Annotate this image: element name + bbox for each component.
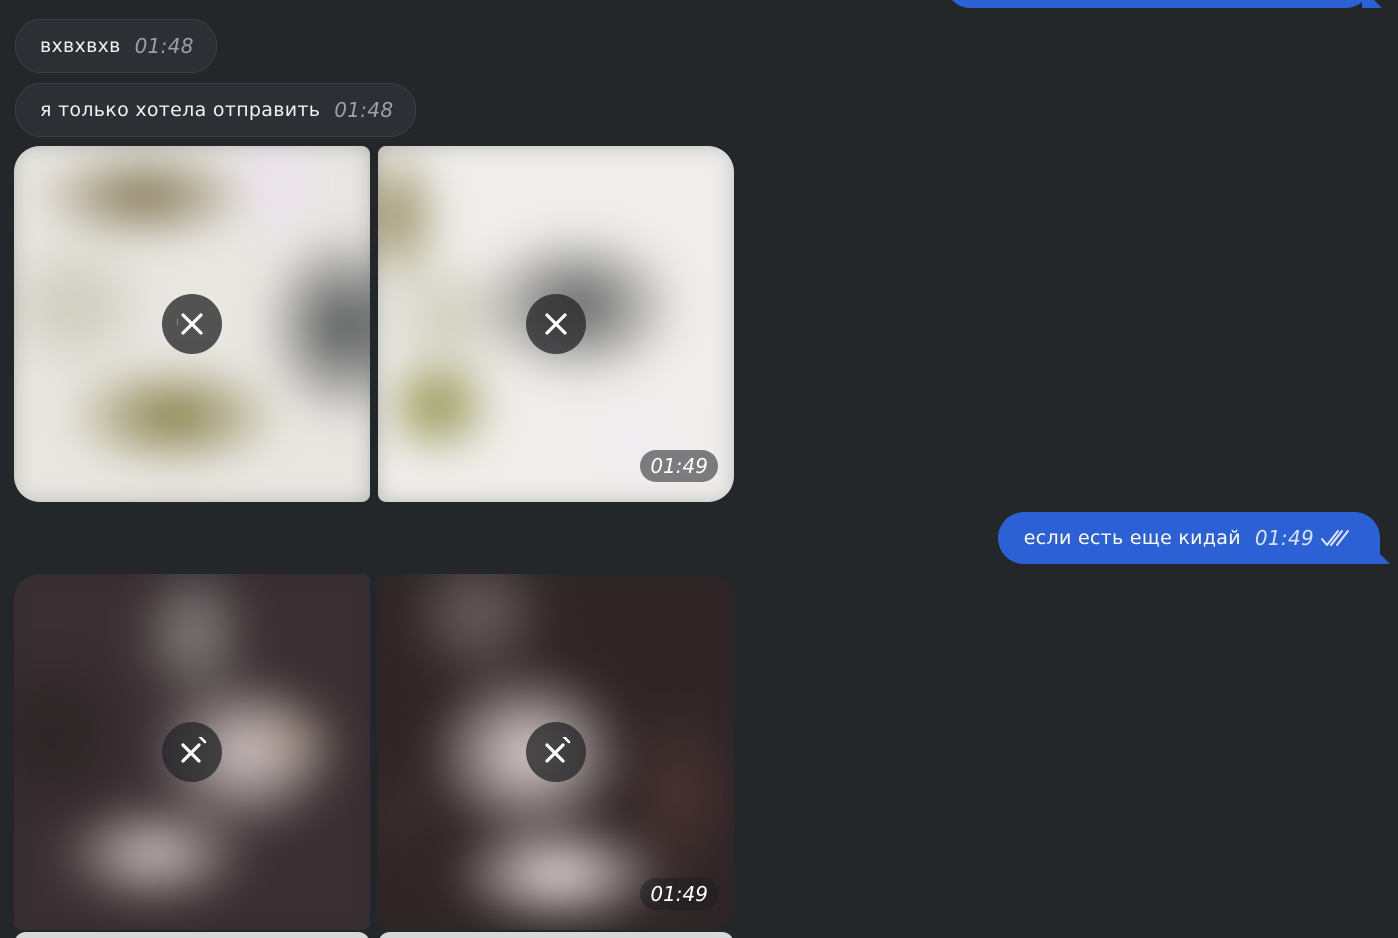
album-time-badge: 01:49 xyxy=(640,450,718,482)
close-x-icon xyxy=(545,737,571,763)
bubble-tail xyxy=(1362,0,1382,8)
close-x-icon xyxy=(545,313,567,335)
close-x-icon xyxy=(181,737,207,763)
message-time: 01:48 xyxy=(334,98,394,122)
bubble-tail xyxy=(1372,546,1390,564)
message-text: я только хотела отправить xyxy=(40,99,321,121)
photo-thumbnail[interactable]: 01:49 xyxy=(378,146,734,502)
cancel-download-button[interactable] xyxy=(162,294,222,354)
photo-thumbnail[interactable] xyxy=(14,146,370,502)
photo-thumbnail[interactable] xyxy=(14,574,370,930)
photo-thumbnail[interactable]: 01:49 xyxy=(378,574,734,930)
cancel-download-button[interactable] xyxy=(526,722,586,782)
incoming-message-bubble[interactable]: я только хотела отправить 01:48 xyxy=(15,83,417,137)
outgoing-message-bubble[interactable]: если есть еще кидай 01:49 xyxy=(997,512,1390,564)
close-x-icon xyxy=(177,313,203,335)
message-text: если есть еще кидай xyxy=(1023,527,1241,549)
photo-thumbnail-partial[interactable] xyxy=(378,932,734,938)
outgoing-message-bubble-partial[interactable] xyxy=(946,0,1382,8)
message-time: 01:49 xyxy=(1254,526,1314,550)
message-time: 01:48 xyxy=(134,34,194,58)
incoming-message-bubble[interactable]: вхвхвхв 01:48 xyxy=(15,19,217,73)
cancel-download-button[interactable] xyxy=(526,294,586,354)
photo-thumbnail-partial[interactable] xyxy=(14,932,370,938)
message-text: вхвхвхв xyxy=(40,35,121,57)
album-time-badge: 01:49 xyxy=(640,878,718,910)
cancel-download-button[interactable] xyxy=(162,722,222,782)
double-check-icon xyxy=(1320,528,1350,548)
chat-area: вхвхвхв 01:48 я только хотела отправить … xyxy=(0,0,1398,938)
